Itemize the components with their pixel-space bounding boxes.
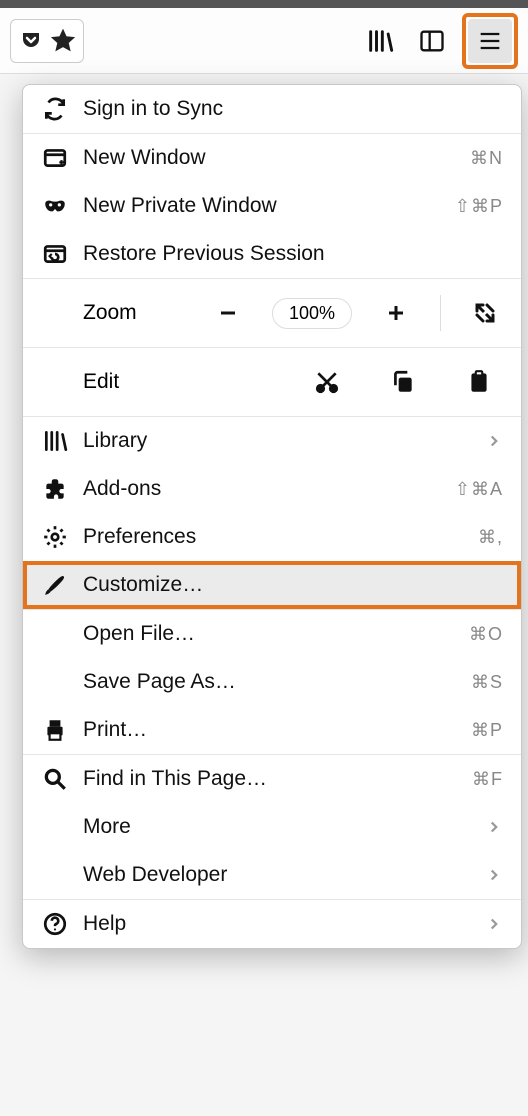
more-item[interactable]: More bbox=[23, 803, 521, 851]
sync-icon bbox=[41, 95, 69, 123]
zoom-row: Zoom 100% bbox=[23, 279, 521, 347]
printer-icon bbox=[41, 716, 69, 744]
sync-sign-in[interactable]: Sign in to Sync bbox=[23, 85, 521, 133]
library-icon bbox=[41, 427, 69, 455]
sync-label: Sign in to Sync bbox=[83, 97, 503, 121]
library-label: Library bbox=[83, 429, 471, 453]
chevron-right-icon bbox=[485, 432, 503, 450]
help-item[interactable]: Help bbox=[23, 900, 521, 948]
paste-button[interactable] bbox=[463, 366, 495, 398]
app-menu-panel: Sign in to Sync New Window ⌘N New Privat… bbox=[22, 84, 522, 949]
help-label: Help bbox=[83, 912, 471, 936]
restore-session[interactable]: Restore Previous Session bbox=[23, 230, 521, 278]
print-shortcut: ⌘P bbox=[471, 720, 503, 741]
save-page-label: Save Page As… bbox=[83, 670, 457, 694]
search-icon bbox=[41, 765, 69, 793]
edit-row: Edit bbox=[23, 348, 521, 416]
addons-item[interactable]: Add-ons ⇧⌘A bbox=[23, 465, 521, 513]
copy-button[interactable] bbox=[387, 366, 419, 398]
hamburger-highlight bbox=[462, 13, 518, 69]
more-label: More bbox=[83, 815, 471, 839]
find-label: Find in This Page… bbox=[83, 767, 458, 791]
library-item[interactable]: Library bbox=[23, 417, 521, 465]
preferences-item[interactable]: Preferences ⌘, bbox=[23, 513, 521, 561]
restore-icon bbox=[41, 240, 69, 268]
chevron-right-icon bbox=[485, 915, 503, 933]
cut-button[interactable] bbox=[311, 366, 343, 398]
zoom-label: Zoom bbox=[41, 301, 181, 325]
fullscreen-button[interactable] bbox=[467, 295, 503, 331]
web-developer-item[interactable]: Web Developer bbox=[23, 851, 521, 899]
new-window[interactable]: New Window ⌘N bbox=[23, 134, 521, 182]
open-file-shortcut: ⌘O bbox=[469, 624, 503, 645]
help-icon bbox=[41, 910, 69, 938]
open-file-item[interactable]: Open File… ⌘O bbox=[23, 610, 521, 658]
sidebar-toolbar-button[interactable] bbox=[410, 19, 454, 63]
print-label: Print… bbox=[83, 718, 457, 742]
star-icon[interactable] bbox=[51, 29, 75, 53]
find-shortcut: ⌘F bbox=[472, 769, 503, 790]
divider bbox=[440, 295, 441, 331]
addons-label: Add-ons bbox=[83, 477, 441, 501]
customize-label: Customize… bbox=[83, 573, 503, 597]
addons-shortcut: ⇧⌘A bbox=[455, 479, 503, 500]
save-page-item[interactable]: Save Page As… ⌘S bbox=[23, 658, 521, 706]
new-window-shortcut: ⌘N bbox=[470, 148, 503, 169]
new-private-window[interactable]: New Private Window ⇧⌘P bbox=[23, 182, 521, 230]
chevron-right-icon bbox=[485, 818, 503, 836]
mask-icon bbox=[41, 192, 69, 220]
chevron-right-icon bbox=[485, 866, 503, 884]
edit-label: Edit bbox=[41, 370, 181, 394]
find-item[interactable]: Find in This Page… ⌘F bbox=[23, 755, 521, 803]
pocket-icon[interactable] bbox=[19, 29, 43, 53]
app-menu-button[interactable] bbox=[468, 19, 512, 63]
new-private-label: New Private Window bbox=[83, 194, 441, 218]
zoom-level[interactable]: 100% bbox=[272, 298, 352, 329]
zoom-out-button[interactable] bbox=[210, 295, 246, 331]
customize-item[interactable]: Customize… bbox=[23, 561, 521, 609]
brush-icon bbox=[41, 571, 69, 599]
zoom-in-button[interactable] bbox=[378, 295, 414, 331]
web-developer-label: Web Developer bbox=[83, 863, 471, 887]
save-page-shortcut: ⌘S bbox=[471, 672, 503, 693]
restore-label: Restore Previous Session bbox=[83, 242, 503, 266]
preferences-shortcut: ⌘, bbox=[478, 527, 503, 548]
open-file-label: Open File… bbox=[83, 622, 455, 646]
preferences-label: Preferences bbox=[83, 525, 464, 549]
gear-icon bbox=[41, 523, 69, 551]
print-item[interactable]: Print… ⌘P bbox=[23, 706, 521, 754]
window-icon bbox=[41, 144, 69, 172]
new-private-shortcut: ⇧⌘P bbox=[455, 196, 503, 217]
browser-toolbar bbox=[0, 8, 528, 74]
new-window-label: New Window bbox=[83, 146, 456, 170]
urlbar-page-actions bbox=[10, 19, 84, 63]
puzzle-icon bbox=[41, 475, 69, 503]
library-toolbar-button[interactable] bbox=[358, 19, 402, 63]
